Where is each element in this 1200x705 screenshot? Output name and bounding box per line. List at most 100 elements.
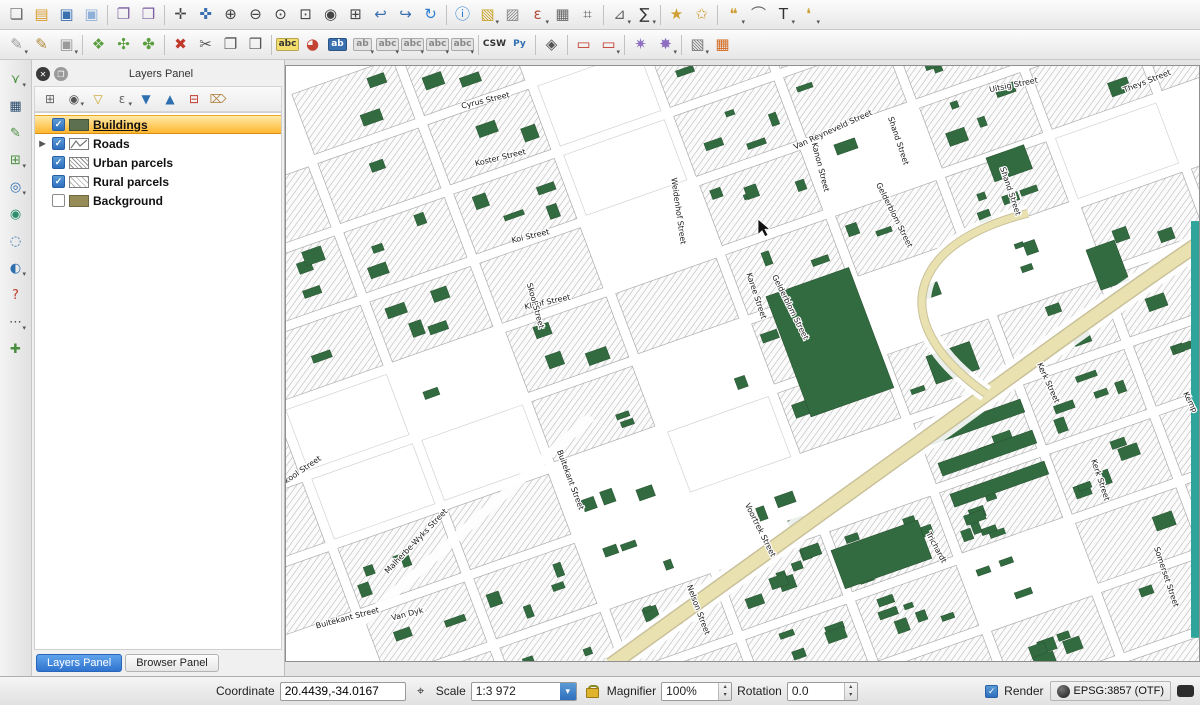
label-properties-button[interactable]: abc▾ — [450, 33, 475, 57]
copy-features-button[interactable]: ❐ — [218, 33, 243, 57]
manage-visibility-button[interactable]: ◉▾ — [63, 89, 85, 109]
mouse-position-toggle-button[interactable]: ⌖ — [411, 681, 431, 701]
panel-tab-browser-panel[interactable]: Browser Panel — [125, 654, 219, 672]
identify-features-button[interactable]: ⓘ — [450, 3, 475, 27]
label-highlight-button[interactable]: abc▾ — [375, 33, 400, 57]
label-toolbar-button[interactable]: abc — [275, 33, 300, 57]
label-ab-selected-button[interactable]: ab — [325, 33, 350, 57]
rotation-spin-arrows[interactable]: ▴▾ — [844, 683, 857, 700]
panel-float-button[interactable]: ❐ — [54, 67, 68, 81]
map-canvas[interactable]: Cyrus StreetKoster StreetKoi StreetKloof… — [285, 65, 1200, 662]
node-tool-button[interactable]: ✤ — [136, 33, 161, 57]
zoom-native-button[interactable]: ⊙ — [268, 3, 293, 27]
open-attribute-table-button[interactable]: ▦ — [550, 3, 575, 27]
save-project-button[interactable]: ▣ — [54, 3, 79, 27]
layer-visibility-checkbox[interactable]: ✓ — [52, 137, 65, 150]
label-rotate-button[interactable]: abc▾ — [425, 33, 450, 57]
map-annotation-button[interactable]: ❝▾ — [721, 3, 746, 27]
panel-close-button[interactable]: ✕ — [36, 67, 50, 81]
add-group-button[interactable]: ⊞ — [39, 89, 61, 109]
zoom-in-button[interactable]: ⊕ — [218, 3, 243, 27]
layer-visibility-checkbox[interactable] — [52, 194, 65, 207]
new-memory-layer-button[interactable]: ✚ — [4, 338, 27, 360]
cut-features-button[interactable]: ✂ — [193, 33, 218, 57]
crs-button[interactable]: EPSG:3857 (OTF) — [1050, 681, 1171, 701]
pan-to-selection-button[interactable]: ✜ — [193, 3, 218, 27]
labeling-options-button[interactable]: ◕ — [300, 33, 325, 57]
csw-search-button[interactable]: CSW — [482, 33, 507, 57]
panel-tab-layers-panel[interactable]: Layers Panel — [36, 654, 122, 672]
layer-item-rural-parcels[interactable]: ✓Rural parcels — [35, 172, 281, 191]
offset-curve-button[interactable]: ◈ — [539, 33, 564, 57]
messages-icon[interactable] — [1177, 685, 1194, 697]
new-project-button[interactable]: ❏ — [4, 3, 29, 27]
select-features-button[interactable]: ▧▾ — [475, 3, 500, 27]
add-wms-layer-button[interactable]: ◉ — [4, 203, 27, 225]
label-move-button[interactable]: abc▾ — [400, 33, 425, 57]
python-console-button[interactable]: Py — [507, 33, 532, 57]
new-print-composer-button[interactable]: ❐ — [111, 3, 136, 27]
render-checkbox[interactable]: ✓ — [985, 685, 998, 698]
deselect-features-button[interactable]: ▨ — [500, 3, 525, 27]
layer-visibility-checkbox[interactable]: ✓ — [52, 156, 65, 169]
layer-diagram-button[interactable]: ▧▾ — [685, 33, 710, 57]
spin-up-icon[interactable]: ▴ — [845, 683, 857, 692]
add-wcs-layer-button[interactable]: ◌ — [4, 230, 27, 252]
paste-features-button[interactable]: ❒ — [243, 33, 268, 57]
touch-zoom-button[interactable]: ✷ — [628, 33, 653, 57]
pan-map-button[interactable]: ✛ — [168, 3, 193, 27]
magnifier-spinbox[interactable]: 100% ▴▾ — [661, 682, 732, 701]
scale-combobox[interactable]: 1:3 972 ▾ — [471, 682, 577, 701]
zoom-out-button[interactable]: ⊖ — [243, 3, 268, 27]
spin-up-icon[interactable]: ▴ — [719, 683, 731, 692]
refresh-map-button[interactable]: ↻ — [418, 3, 443, 27]
raster-align-button[interactable]: ▦ — [710, 33, 735, 57]
add-delimited-text-layer-button[interactable]: ⋯▾ — [4, 311, 27, 333]
expander-icon[interactable]: ▶ — [37, 139, 48, 148]
magnifier-spin-arrows[interactable]: ▴▾ — [718, 683, 731, 700]
remove-layer-button[interactable]: ⊟ — [183, 89, 205, 109]
label-pin-button[interactable]: ab▾ — [350, 33, 375, 57]
layer-item-roads[interactable]: ▶✓Roads — [35, 134, 281, 153]
show-bookmarks-button[interactable]: ★ — [664, 3, 689, 27]
text-annotation-button[interactable]: T▾ — [771, 3, 796, 27]
layer-visibility-checkbox[interactable]: ✓ — [52, 118, 65, 131]
measure-button[interactable]: ⊿▾ — [607, 3, 632, 27]
add-vector-layer-button[interactable]: ⋎▾ — [4, 68, 27, 90]
select-by-expression-button[interactable]: ε▾ — [525, 3, 550, 27]
add-spatialite-layer-button[interactable]: ⊞▾ — [4, 149, 27, 171]
open-project-button[interactable]: ▤ — [29, 3, 54, 27]
coordinate-input[interactable] — [280, 682, 406, 701]
expand-all-button[interactable]: ▼ — [135, 89, 157, 109]
add-postgis-layer-button[interactable]: ◎▾ — [4, 176, 27, 198]
filter-legend-button[interactable]: ▽ — [87, 89, 109, 109]
touch-pan-button[interactable]: ✸▾ — [653, 33, 678, 57]
select-by-polygon-button[interactable]: ▭▾ — [596, 33, 621, 57]
map-tips-button[interactable]: ❛▾ — [796, 3, 821, 27]
layer-item-background[interactable]: Background — [35, 191, 281, 210]
layer-visibility-checkbox[interactable]: ✓ — [52, 175, 65, 188]
scale-dropdown-arrow-icon[interactable]: ▾ — [560, 683, 576, 700]
layer-item-urban-parcels[interactable]: ✓Urban parcels — [35, 153, 281, 172]
add-wfs-layer-button[interactable]: ◐▾ — [4, 257, 27, 279]
select-by-rectangle-button[interactable]: ▭ — [571, 33, 596, 57]
zoom-last-button[interactable]: ↩ — [368, 3, 393, 27]
spin-down-icon[interactable]: ▾ — [845, 691, 857, 700]
field-calculator-button[interactable]: ⌗ — [575, 3, 600, 27]
rotation-spinbox[interactable]: 0.0 ▴▾ — [787, 682, 858, 701]
new-bookmark-button[interactable]: ✩ — [689, 3, 714, 27]
filter-by-expression-button[interactable]: ε▾ — [111, 89, 133, 109]
new-shapefile-layer-button[interactable]: ✎ — [4, 122, 27, 144]
delete-selected-button[interactable]: ✖ — [168, 33, 193, 57]
zoom-to-selection-button[interactable]: ◉ — [318, 3, 343, 27]
scale-lock-button[interactable] — [582, 681, 602, 701]
toggle-editing-button[interactable]: ✎ — [29, 33, 54, 57]
zoom-to-layer-button[interactable]: ⊞ — [343, 3, 368, 27]
zoom-full-button[interactable]: ⊡ — [293, 3, 318, 27]
spin-down-icon[interactable]: ▾ — [719, 691, 731, 700]
composer-manager-button[interactable]: ❒ — [136, 3, 161, 27]
add-feature-button[interactable]: ❖ — [86, 33, 111, 57]
move-feature-button[interactable]: ✣ — [111, 33, 136, 57]
save-layer-edits-button[interactable]: ▣▾ — [54, 33, 79, 57]
statistical-summary-button[interactable]: ∑▾ — [632, 3, 657, 27]
